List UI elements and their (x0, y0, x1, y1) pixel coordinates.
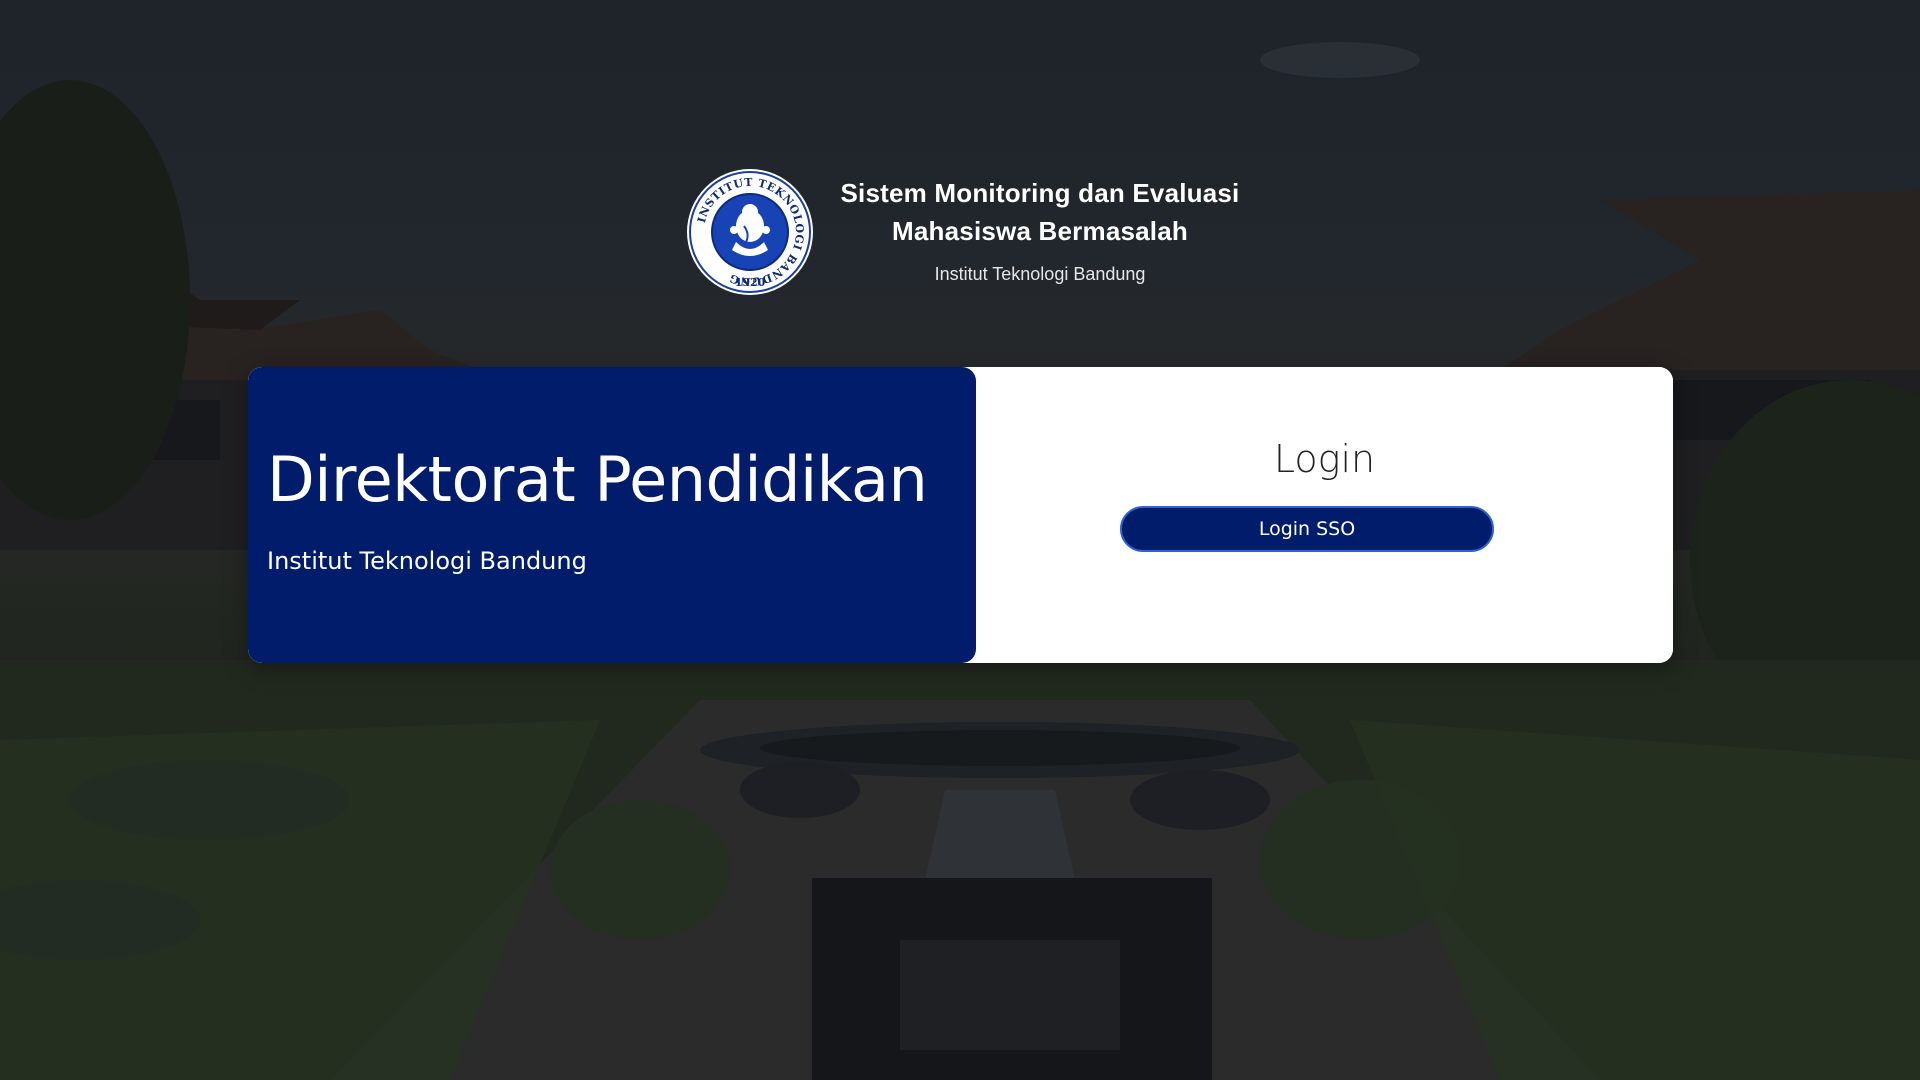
app-institution: Institut Teknologi Bandung (934, 264, 1146, 284)
app-header: INSTITUT TEKNOLOGI BANDUNG 1920 Sistem M… (0, 160, 1920, 300)
directorate-title: Direktorat Pendidikan (267, 443, 928, 516)
app-title-line1: Sistem Monitoring dan Evaluasi (840, 178, 1240, 208)
login-card: Direktorat Pendidikan Institut Teknologi… (248, 367, 1673, 663)
login-sso-button-label: Login SSO (1258, 518, 1356, 540)
app-title-line2: Mahasiswa Bermasalah (892, 216, 1188, 246)
itb-seal-icon: INSTITUT TEKNOLOGI BANDUNG 1920 (687, 169, 813, 295)
directorate-subtitle: Institut Teknologi Bandung (267, 547, 587, 575)
directorate-panel: Direktorat Pendidikan Institut Teknologi… (248, 367, 976, 663)
login-sso-button[interactable]: Login SSO (1120, 506, 1494, 552)
login-heading: Login (1273, 437, 1376, 481)
login-panel: Login Login SSO (976, 367, 1673, 663)
svg-text:1920: 1920 (735, 276, 766, 289)
itb-logo: INSTITUT TEKNOLOGI BANDUNG 1920 (686, 168, 814, 296)
app-title-block: Sistem Monitoring dan Evaluasi Mahasiswa… (830, 174, 1250, 285)
